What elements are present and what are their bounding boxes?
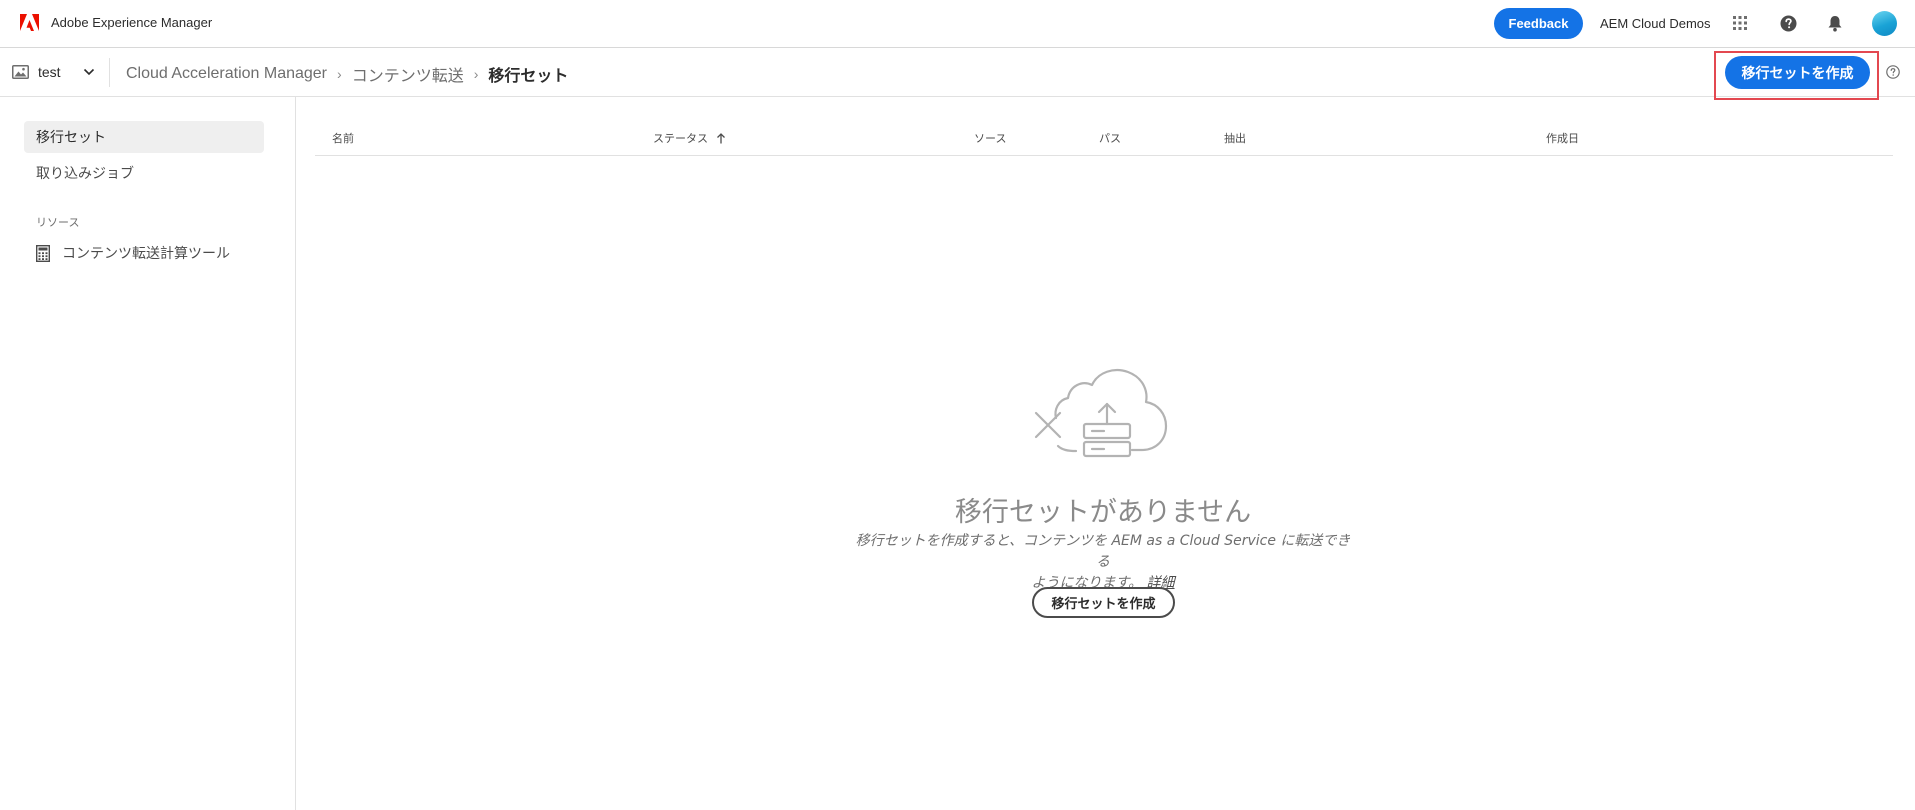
calculator-icon xyxy=(36,244,50,262)
org-switcher[interactable]: AEM Cloud Demos xyxy=(1600,16,1711,31)
column-label: ステータス xyxy=(653,132,708,145)
divider xyxy=(109,58,110,87)
chevron-down-icon xyxy=(83,68,94,76)
column-header-extraction[interactable]: 抽出 xyxy=(1224,130,1246,146)
notifications-bell-icon[interactable] xyxy=(1825,13,1845,33)
column-label: 名前 xyxy=(332,132,354,145)
nav-item-content-transfer-calculator[interactable]: コンテンツ転送計算ツール xyxy=(36,243,230,263)
nav-section-resources: リソース xyxy=(36,216,80,229)
adobe-logo-icon[interactable] xyxy=(20,14,39,31)
column-label: 抽出 xyxy=(1224,132,1246,145)
empty-state-title: 移行セットがありません xyxy=(954,497,1252,528)
column-label: 作成日 xyxy=(1546,132,1579,145)
empty-state-description-line1: 移行セットを作成すると、コンテンツを AEM as a Cloud Servic… xyxy=(855,533,1351,570)
empty-state-create-button[interactable]: 移行セットを作成 xyxy=(1032,587,1175,618)
column-header-path[interactable]: パス xyxy=(1099,130,1121,146)
table-header: 名前 ステータス ソース パス 抽出 作成日 xyxy=(315,125,1893,156)
breadcrumb-item-content-transfer[interactable]: コンテンツ転送 xyxy=(352,62,464,86)
breadcrumb: Cloud Acceleration Manager › コンテンツ転送 › 移… xyxy=(126,62,568,86)
column-header-name[interactable]: 名前 xyxy=(332,130,354,146)
breadcrumb-separator-icon: › xyxy=(473,66,479,82)
user-avatar[interactable] xyxy=(1872,11,1897,36)
nav-tool-label: コンテンツ転送計算ツール xyxy=(62,246,230,262)
create-migration-set-button[interactable]: 移行セットを作成 xyxy=(1725,56,1870,89)
left-navigation: 移行セット 取り込みジョブ リソース コンテンツ転送計算ツール xyxy=(0,97,296,810)
breadcrumb-bar: test Cloud Acceleration Manager › コンテンツ転… xyxy=(0,48,1915,97)
nav-item-ingestion-jobs[interactable]: 取り込みジョブ xyxy=(24,157,264,189)
column-header-source[interactable]: ソース xyxy=(974,130,1006,146)
column-label: パス xyxy=(1099,132,1121,145)
apps-grid-icon[interactable] xyxy=(1730,13,1750,33)
column-header-status[interactable]: ステータス xyxy=(653,130,726,146)
image-icon xyxy=(12,65,29,79)
page-title: 移行セット xyxy=(488,68,569,85)
breadcrumb-separator-icon: › xyxy=(337,66,342,82)
cloud-upload-error-icon xyxy=(1034,368,1168,458)
column-header-created-date[interactable]: 作成日 xyxy=(1546,130,1579,146)
app-title[interactable]: Adobe Experience Manager xyxy=(51,15,212,30)
feedback-button[interactable]: Feedback xyxy=(1494,8,1583,39)
shell-bar: Adobe Experience Manager Feedback AEM Cl… xyxy=(0,0,1915,48)
info-help-icon[interactable] xyxy=(1886,65,1900,79)
environment-picker[interactable]: test xyxy=(12,61,95,83)
sort-ascending-arrow-icon xyxy=(717,132,725,143)
environment-name: test xyxy=(38,64,61,80)
column-label: ソース xyxy=(974,132,1007,145)
empty-state-description: 移行セットを作成すると、コンテンツを AEM as a Cloud Servic… xyxy=(850,531,1356,594)
breadcrumb-item-cloud-acceleration-manager[interactable]: Cloud Acceleration Manager xyxy=(126,65,327,83)
help-icon[interactable] xyxy=(1778,13,1798,33)
nav-item-migration-sets[interactable]: 移行セット xyxy=(24,121,264,153)
